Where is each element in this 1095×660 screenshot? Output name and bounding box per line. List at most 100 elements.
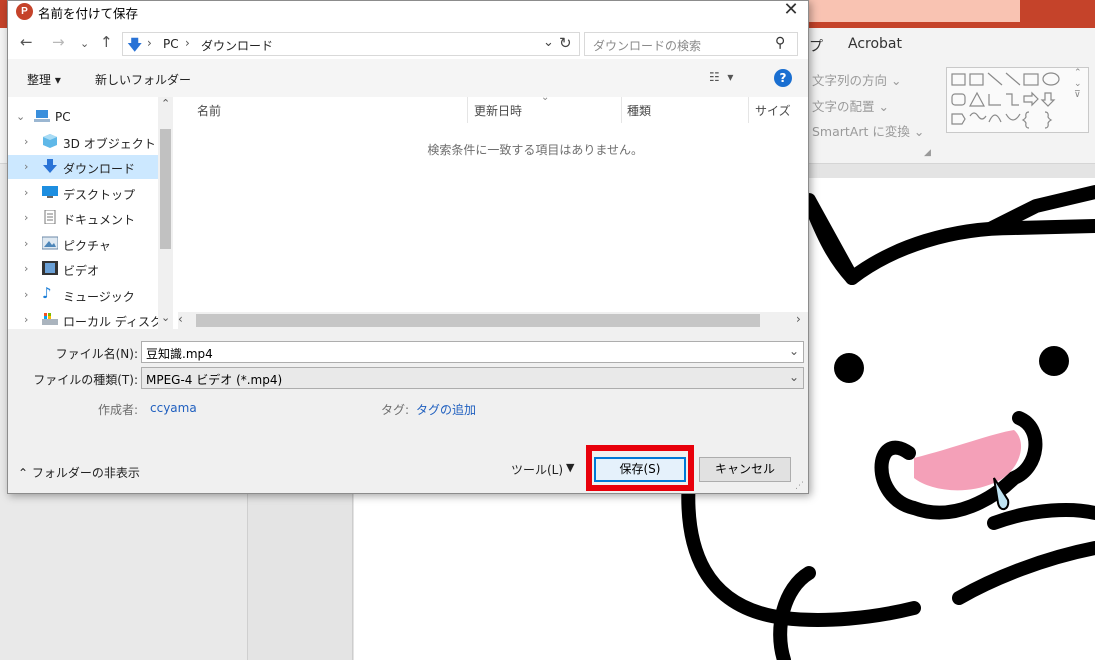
local-disk-icon xyxy=(42,313,58,325)
sidebar-item-music[interactable]: › ♪ ミュージック xyxy=(8,283,158,307)
add-tag-link[interactable]: タグの追加 xyxy=(416,401,476,418)
sidebar-item-local-disk[interactable]: › ローカル ディスク (C xyxy=(8,308,173,329)
file-type-label: ファイルの種類(T): xyxy=(33,373,138,387)
file-name-input[interactable]: 豆知識.mp4 ⌄ xyxy=(141,341,804,363)
file-type-value: MPEG-4 ビデオ (*.mp4) xyxy=(146,373,283,387)
navigation-pane-scrollbar[interactable]: ⌃ ⌄ xyxy=(158,97,173,329)
recent-locations-chevron-icon[interactable]: ⌄ xyxy=(80,37,89,50)
scroll-down-icon[interactable]: ⌄ xyxy=(161,311,170,324)
ribbon-tab-partial[interactable]: プ xyxy=(809,36,823,56)
search-icon[interactable]: ⚲ xyxy=(775,35,785,51)
collapsed-chevron-icon[interactable]: › xyxy=(24,237,28,250)
column-divider[interactable] xyxy=(748,97,749,123)
text-direction-command[interactable]: 文字列の方向 ⌄ xyxy=(812,70,901,89)
hide-folders-toggle[interactable]: ⌃ フォルダーの非表示 xyxy=(18,464,140,481)
collapsed-chevron-icon[interactable]: › xyxy=(24,288,28,301)
expanded-chevron-icon[interactable]: ⌄ xyxy=(16,110,25,123)
column-header-type[interactable]: 種類 xyxy=(627,102,651,119)
file-list[interactable]: 名前 ⌄ 更新日時 種類 サイズ 検索条件に一致する項目はありません。 xyxy=(173,92,808,329)
column-header-size[interactable]: サイズ xyxy=(755,102,791,119)
sort-indicator-icon: ⌄ xyxy=(541,92,550,103)
close-icon[interactable]: ✕ xyxy=(776,0,806,21)
sidebar-item-documents[interactable]: › ドキュメント xyxy=(8,206,158,230)
sidebar-item-label: ミュージック xyxy=(63,290,135,304)
breadcrumb-pc[interactable]: PC xyxy=(163,37,179,51)
save-button-highlight xyxy=(586,445,694,491)
column-divider[interactable] xyxy=(467,97,468,123)
sidebar-item-label: ダウンロード xyxy=(63,162,136,176)
collapsed-chevron-icon[interactable]: › xyxy=(24,262,28,275)
collapsed-chevron-icon[interactable]: › xyxy=(24,135,28,148)
navigation-bar: ← → ⌄ ↑ 🡇 › PC › ダウンロード ⌄ ↻ ダウンロードの検索 ⚲ xyxy=(8,29,808,59)
pictures-icon xyxy=(42,236,58,250)
downloads-icon xyxy=(43,159,57,173)
author-value[interactable]: ccyama xyxy=(150,401,197,415)
powerpoint-app-icon: P xyxy=(16,3,33,20)
author-label: 作成者: xyxy=(98,403,139,417)
refresh-icon[interactable]: ↻ xyxy=(559,34,572,52)
sidebar-item-3d-objects[interactable]: › 3D オブジェクト xyxy=(8,130,158,154)
sidebar-item-pc[interactable]: ⌄ PC xyxy=(8,105,158,129)
column-divider[interactable] xyxy=(621,97,622,123)
convert-smartart-command[interactable]: SmartArt に変換 ⌄ xyxy=(812,121,924,140)
sidebar-item-downloads[interactable]: › ダウンロード xyxy=(8,155,158,179)
help-icon[interactable]: ? xyxy=(774,69,792,87)
sidebar-item-videos[interactable]: › ビデオ xyxy=(8,257,158,281)
sidebar-item-label: 3D オブジェクト xyxy=(63,137,156,151)
collapsed-chevron-icon[interactable]: › xyxy=(24,211,28,224)
new-folder-button[interactable]: 新しいフォルダー xyxy=(95,71,191,88)
organize-button[interactable]: 整理 ▾ xyxy=(27,71,61,88)
cancel-button[interactable]: キャンセル xyxy=(699,457,791,482)
dialog-launcher-icon[interactable]: ◢ xyxy=(924,148,931,158)
gallery-scroll-icon[interactable]: ⌃ ⌄ ⊽ xyxy=(1074,68,1082,101)
search-box[interactable]: ダウンロードの検索 ⚲ xyxy=(584,32,798,56)
breadcrumb-downloads[interactable]: ダウンロード xyxy=(201,37,273,54)
address-dropdown-icon[interactable]: ⌄ xyxy=(543,35,554,50)
file-type-select[interactable]: MPEG-4 ビデオ (*.mp4) ⌄ xyxy=(141,367,804,389)
3d-objects-icon xyxy=(43,134,57,148)
collapsed-chevron-icon[interactable]: › xyxy=(24,186,28,199)
videos-icon xyxy=(42,261,58,275)
scrollbar-thumb[interactable] xyxy=(160,129,171,249)
chevron-down-icon[interactable]: ⌄ xyxy=(789,344,799,358)
navigation-pane: ⌄ PC › 3D オブジェクト › ダウンロード › デスクトップ › ドキュ… xyxy=(8,97,173,329)
up-arrow-icon[interactable]: ↑ xyxy=(100,33,113,51)
sidebar-item-label: ビデオ xyxy=(63,264,100,278)
sidebar-item-label: デスクトップ xyxy=(63,188,136,202)
empty-folder-message: 検索条件に一致する項目はありません。 xyxy=(427,143,643,157)
scroll-left-icon[interactable]: ‹ xyxy=(178,312,183,326)
breadcrumb-separator-icon[interactable]: › xyxy=(185,36,190,50)
forward-arrow-icon[interactable]: → xyxy=(52,33,65,51)
tools-button[interactable]: ツール(L) xyxy=(511,461,563,478)
scroll-up-icon[interactable]: ⌃ xyxy=(161,97,170,110)
view-options-icon[interactable]: ☷ ▾ xyxy=(709,70,733,84)
scroll-right-icon[interactable]: › xyxy=(796,312,801,326)
column-header-name[interactable]: 名前 xyxy=(197,102,221,119)
shape-gallery[interactable]: ⌃ ⌄ ⊽ xyxy=(946,67,1089,133)
chevron-down-icon[interactable]: ⌄ xyxy=(789,370,799,384)
resize-grip-icon[interactable]: ⋰ xyxy=(795,481,804,491)
collapsed-chevron-icon[interactable]: › xyxy=(24,160,28,173)
music-icon: ♪ xyxy=(42,284,52,302)
dialog-toolbar: 整理 ▾ 新しいフォルダー ☷ ▾ ? xyxy=(8,59,808,97)
documents-icon xyxy=(44,210,56,224)
column-header-date[interactable]: 更新日時 xyxy=(474,102,522,119)
scrollbar-thumb[interactable] xyxy=(196,314,760,327)
align-text-command[interactable]: 文字の配置 ⌄ xyxy=(812,96,889,115)
collapsed-chevron-icon[interactable]: › xyxy=(24,313,28,326)
sidebar-item-label: ローカル ディスク (C xyxy=(63,315,173,329)
file-list-horizontal-scrollbar[interactable]: ‹ › xyxy=(178,312,808,329)
file-name-label: ファイル名(N): xyxy=(55,347,138,361)
sidebar-item-desktop[interactable]: › デスクトップ xyxy=(8,181,158,205)
chevron-up-icon: ⌃ xyxy=(18,466,29,480)
tools-dropdown-icon[interactable]: ▼ xyxy=(566,461,574,474)
save-as-dialog: P 名前を付けて保存 ✕ ← → ⌄ ↑ 🡇 › PC › ダウンロード ⌄ ↻… xyxy=(7,0,809,494)
sidebar-item-pictures[interactable]: › ピクチャ xyxy=(8,232,158,256)
desktop-icon xyxy=(42,186,58,198)
address-bar[interactable]: 🡇 › PC › ダウンロード ⌄ ↻ xyxy=(122,32,580,56)
breadcrumb-separator-icon[interactable]: › xyxy=(147,36,152,50)
ribbon-tab-acrobat[interactable]: Acrobat xyxy=(848,36,902,52)
dialog-titlebar[interactable]: P 名前を付けて保存 ✕ xyxy=(8,0,808,31)
back-arrow-icon[interactable]: ← xyxy=(20,33,33,51)
titlebar-accent xyxy=(808,0,1020,22)
